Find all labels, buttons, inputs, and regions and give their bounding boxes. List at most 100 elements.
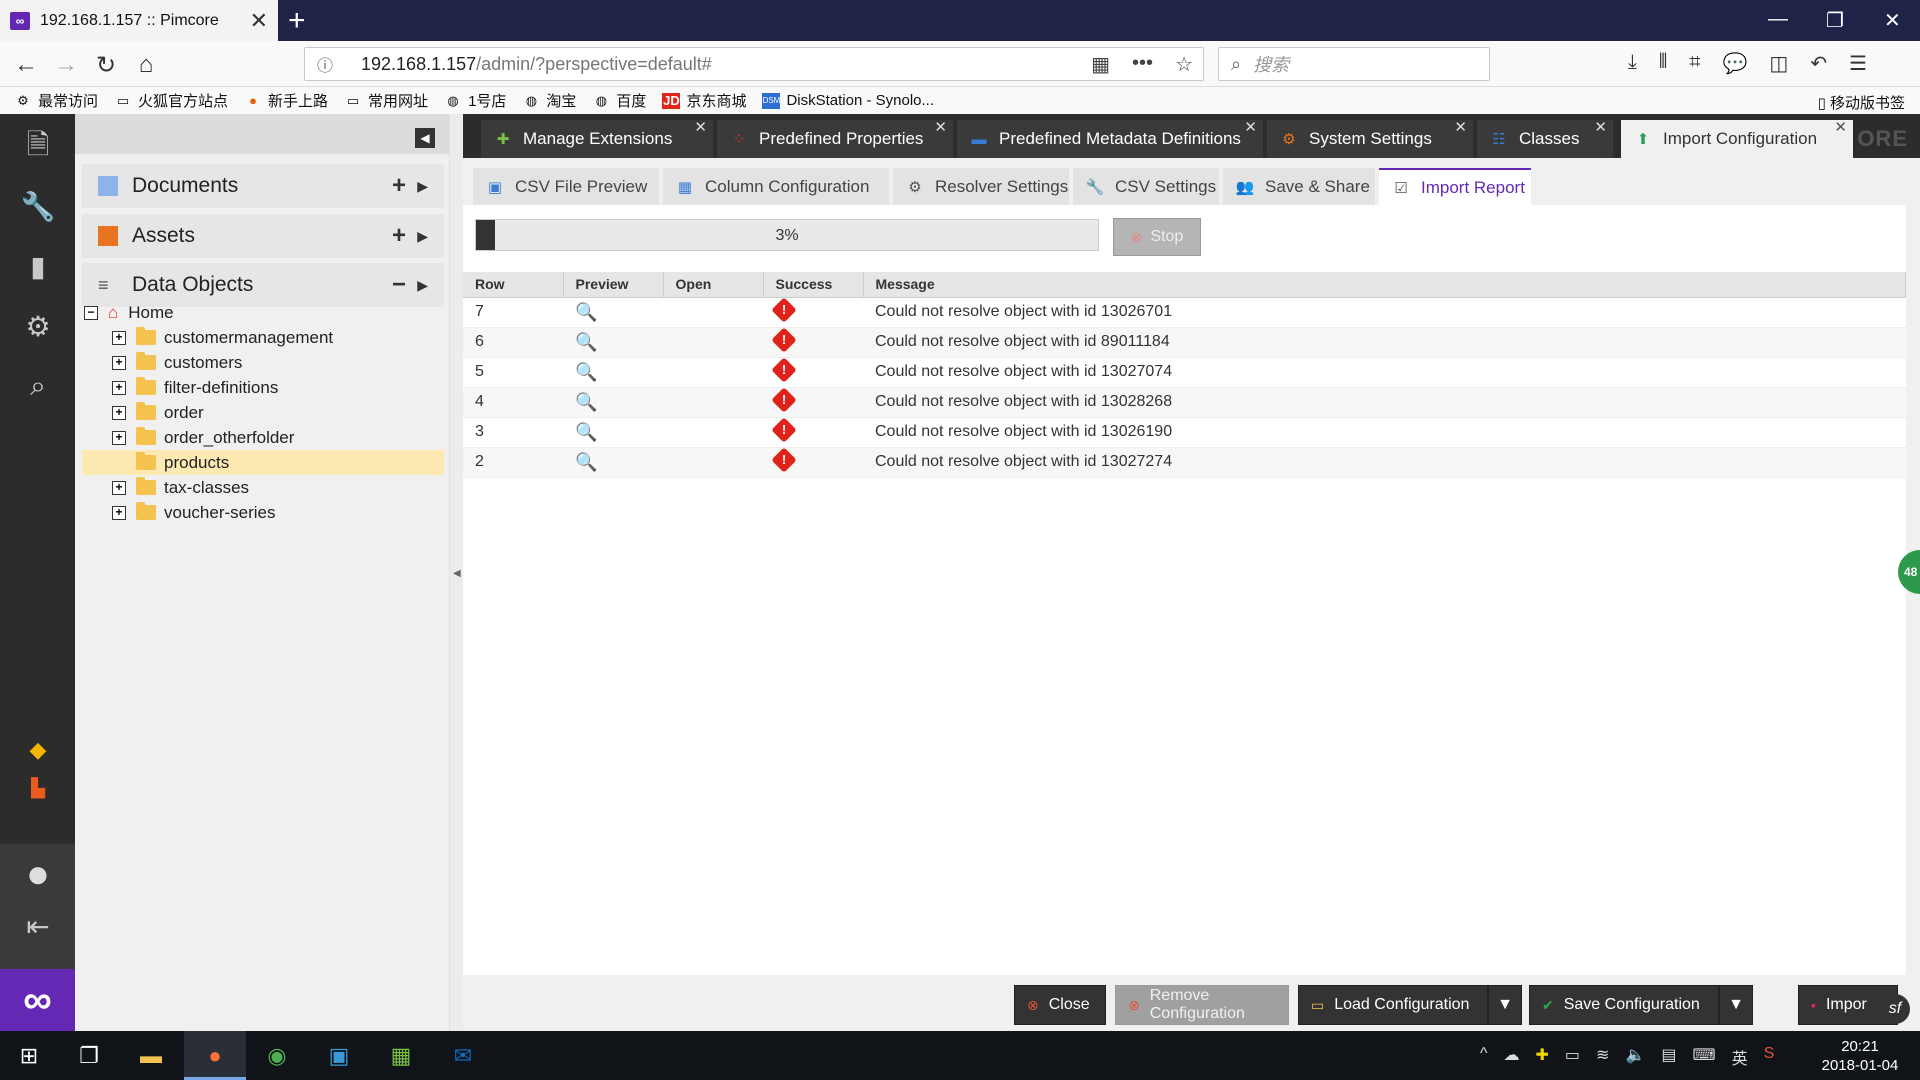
column-header-success[interactable]: Success [763,272,864,298]
preview-search-icon[interactable]: 🔍 [575,422,597,442]
browser-tab[interactable]: ∞ 192.168.1.157 :: Pimcore ✕ [0,0,278,41]
factory-icon[interactable]: ▙ [20,770,56,806]
table-row[interactable]: 3 🔍 ! Could not resolve object with id 1… [463,416,1906,448]
download-icon[interactable]: ⤓ [1628,51,1637,76]
tree-node[interactable]: + customers [82,350,444,375]
preview-search-icon[interactable]: 🔍 [575,332,597,352]
more-actions-icon[interactable]: ••• [1132,52,1153,77]
load-configuration-dropdown[interactable]: ▼ [1488,985,1522,1025]
system-clock[interactable]: 20:21 2018-01-04 [1810,1037,1910,1075]
tab-manage-extensions[interactable]: ✚ Manage Extensions ✕ [481,119,713,158]
stop-button[interactable]: ⊗ Stop [1113,218,1201,256]
preview-search-icon[interactable]: 🔍 [575,392,597,412]
tree-node[interactable]: + order [82,400,444,425]
expand-node-icon[interactable]: + [112,505,126,520]
menu-icon[interactable]: ☰ [1849,51,1867,76]
chat-icon[interactable]: 💬 [1723,51,1748,76]
qr-icon[interactable]: ▦ [1091,52,1110,77]
bookmark-item[interactable]: ◍ 百度 [592,90,647,111]
bookmark-item[interactable]: ▭ 常用网址 [344,90,428,111]
forward-icon[interactable]: → [50,49,82,81]
bookmark-item[interactable]: ● 新手上路 [244,90,328,111]
screenshot-icon[interactable]: ⌗ [1689,51,1700,76]
tray-app-icon[interactable]: ☁ [1504,1045,1520,1069]
tab-import-report[interactable]: ☑ Import Report [1379,168,1531,205]
add-icon[interactable]: + [392,222,406,250]
notification-icon[interactable]: ▤ [1661,1045,1676,1069]
bookmark-item[interactable]: ◍ 淘宝 [522,90,577,111]
firefox-icon[interactable]: ● [200,1041,230,1071]
windows-start-icon[interactable]: ⊞ [14,1041,44,1071]
load-configuration-button[interactable]: ▭ Load Configuration [1298,985,1488,1025]
bookmark-item[interactable]: DSM DiskStation - Synolo... [762,92,934,109]
symfony-toolbar-icon[interactable]: sf [1880,994,1910,1024]
gear-icon[interactable]: ⚙ [20,308,56,344]
column-header-row[interactable]: Row [463,272,564,298]
assets-accordion[interactable]: Assets + ▶ [82,214,444,258]
sidebar-icon[interactable]: ◫ [1769,51,1788,76]
bookmark-star-icon[interactable]: ☆ [1175,52,1193,77]
tree-node[interactable]: + order_otherfolder [82,425,444,450]
tree-node[interactable]: + voucher-series [82,500,444,525]
table-row[interactable]: 5 🔍 ! Could not resolve object with id 1… [463,356,1906,388]
tray-chevron-icon[interactable]: ^ [1480,1045,1488,1069]
expand-node-icon[interactable]: + [112,480,126,495]
search-bar[interactable]: ⌕ 搜索 [1218,47,1490,81]
preview-search-icon[interactable]: 🔍 [575,452,597,472]
save-configuration-dropdown[interactable]: ▼ [1719,985,1753,1025]
site-info-icon[interactable]: ⓘ [317,52,333,76]
table-row[interactable]: 2 🔍 ! Could not resolve object with id 1… [463,446,1906,478]
tree-node-selected[interactable]: products [82,450,444,475]
table-row[interactable]: 6 🔍 ! Could not resolve object with id 8… [463,326,1906,358]
outlook-icon[interactable]: ✉ [448,1041,478,1071]
undo-icon[interactable]: ↶ [1810,51,1827,76]
close-tab-icon[interactable]: ✕ [250,8,268,34]
table-row[interactable]: 7 🔍 ! Could not resolve object with id 1… [463,296,1906,328]
keyboard-icon[interactable]: ⌨ [1693,1045,1716,1069]
chevron-right-icon[interactable]: ▶ [417,277,428,294]
bookmark-item[interactable]: ⚙ 最常访问 [14,90,98,111]
bar-chart-icon[interactable]: ▮ [20,248,56,284]
pimcore-logo[interactable]: ∞ [0,969,75,1031]
bookmark-item[interactable]: ◍ 1号店 [444,90,506,111]
tab-classes[interactable]: ☷ Classes ✕ [1477,119,1613,158]
remote-desktop-icon[interactable]: ▣ [324,1041,354,1071]
splitter-arrow-icon[interactable]: ◀ [453,568,461,579]
wifi-icon[interactable]: ≋ [1596,1045,1609,1069]
wrench-icon[interactable]: 🔧 [20,188,56,224]
collapse-icon[interactable]: − [392,271,406,299]
tab-predefined-properties[interactable]: ⁘ Predefined Properties ✕ [717,119,953,158]
tab-column-configuration[interactable]: ▦ Column Configuration [663,168,889,205]
library-icon[interactable]: ⫴ [1659,51,1667,76]
file-icon[interactable]: 🗎 [20,129,56,166]
warning-icon[interactable]: ◆ [20,732,56,768]
tree-node-home[interactable]: − ⌂ Home [82,300,444,325]
url-bar[interactable]: ⓘ 192.168.1.157/admin/?perspective=defau… [304,47,1204,81]
logout-icon[interactable]: ⇤ [20,908,56,944]
close-button[interactable]: ⊗ Close [1014,985,1106,1025]
expand-node-icon[interactable]: + [112,430,126,445]
column-header-open[interactable]: Open [663,272,764,298]
tab-predefined-metadata[interactable]: ▬ Predefined Metadata Definitions ✕ [957,118,1263,158]
home-icon[interactable]: ⌂ [130,49,162,81]
column-header-message[interactable]: Message [863,272,1906,298]
ime-indicator[interactable]: 英 [1732,1045,1748,1069]
expand-node-icon[interactable]: + [112,405,126,420]
sogou-ime-icon[interactable]: S [1764,1045,1775,1069]
tree-node[interactable]: + customermanagement [82,325,444,350]
restore-icon[interactable]: ❐ [1826,8,1844,33]
tree-node[interactable]: + filter-definitions [82,375,444,400]
expand-node-icon[interactable]: + [112,355,126,370]
volume-icon[interactable]: 🔈 [1625,1045,1645,1069]
window-close-icon[interactable]: ✕ [1884,8,1901,33]
bookmark-item[interactable]: JD 京东商城 [662,90,746,111]
add-icon[interactable]: + [392,172,406,200]
battery-icon[interactable]: ▭ [1565,1045,1580,1069]
close-tab-icon[interactable]: ✕ [1244,118,1257,136]
documents-accordion[interactable]: Documents + ▶ [82,164,444,208]
minimize-icon[interactable]: — [1768,8,1788,31]
tab-resolver-settings[interactable]: ⚙ Resolver Settings [893,168,1069,205]
network-tool-icon[interactable]: ▦ [386,1041,416,1071]
back-icon[interactable]: ← [10,49,42,81]
mobile-bookmarks[interactable]: ▯ 移动版书签 [1818,92,1905,113]
